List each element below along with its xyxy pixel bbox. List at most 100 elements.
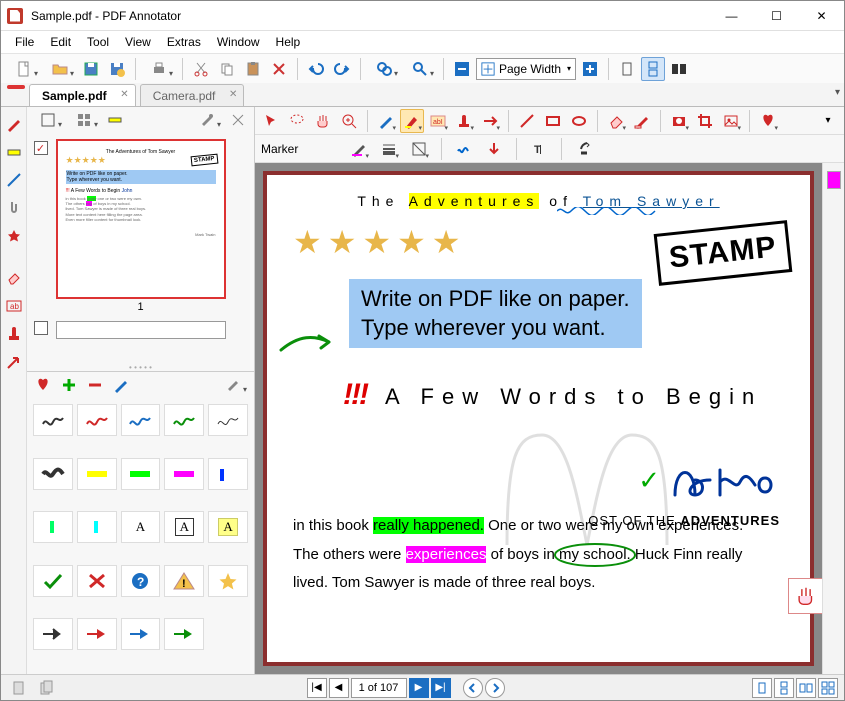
view-continuous[interactable] <box>774 678 794 698</box>
thumb-select-all[interactable] <box>31 108 65 132</box>
toolbar-overflow[interactable]: ▾ <box>816 109 840 133</box>
stamp-arrow-blue[interactable] <box>121 618 161 650</box>
stamp-settings[interactable] <box>216 373 250 397</box>
view-single-page[interactable] <box>752 678 772 698</box>
stamp-hl-blue[interactable] <box>208 458 248 490</box>
thumb-close[interactable] <box>226 108 250 132</box>
tool-image[interactable] <box>719 109 743 133</box>
menu-edit[interactable]: Edit <box>44 33 77 51</box>
prop-color[interactable] <box>347 137 371 161</box>
cut-button[interactable] <box>189 57 213 81</box>
stamp-hl-magenta[interactable] <box>164 458 204 490</box>
tool-line[interactable] <box>3 169 25 191</box>
nav-last-button[interactable]: ▶| <box>431 678 451 698</box>
zoom-in-button[interactable] <box>578 57 602 81</box>
save-as-button[interactable] <box>105 57 129 81</box>
prop-text-mode[interactable]: T <box>527 137 551 161</box>
layout-single-button[interactable] <box>615 57 639 81</box>
thumb-checkbox[interactable]: ✓ <box>34 141 48 155</box>
stamp-hl-yellow[interactable] <box>77 458 117 490</box>
stamp-star[interactable] <box>208 565 248 597</box>
view-two-page[interactable] <box>796 678 816 698</box>
tool-whiteout[interactable] <box>630 109 654 133</box>
tool-snapshot[interactable] <box>667 109 691 133</box>
tab-close-button[interactable]: ✕ <box>120 89 128 100</box>
tool-eraser-dd[interactable] <box>604 109 628 133</box>
stamp-squiggle-blue[interactable] <box>121 404 161 436</box>
stamp-squiggle-black[interactable] <box>33 404 73 436</box>
tool-stamp-dd[interactable] <box>452 109 476 133</box>
stamp-dot-green[interactable] <box>33 511 73 543</box>
stamp-arrow-red[interactable] <box>77 618 117 650</box>
thumb-settings[interactable] <box>190 108 224 132</box>
page-viewer[interactable]: The Adventures of Tom Sawyer ★ ★ ★ ★ ★ S… <box>255 163 822 674</box>
status-doc-icon[interactable] <box>7 676 31 700</box>
print-button[interactable] <box>142 57 176 81</box>
stamp-arrow-green[interactable] <box>164 618 204 650</box>
thumb-filter[interactable] <box>103 108 127 132</box>
new-button[interactable] <box>7 57 41 81</box>
stamp-edit[interactable] <box>109 373 133 397</box>
tool-favorite[interactable] <box>3 225 25 247</box>
undo-button[interactable] <box>304 57 328 81</box>
prop-width[interactable] <box>377 137 401 161</box>
stamp-text-plain[interactable]: A <box>121 511 161 543</box>
menu-file[interactable]: File <box>9 33 40 51</box>
status-docs-icon[interactable] <box>35 676 59 700</box>
tool-textbox-dd[interactable]: abI <box>426 109 450 133</box>
thumbnail-page-1[interactable]: The Adventures of Tom Sawyer ★★★★★ STAMP… <box>56 139 226 299</box>
tool-lasso[interactable] <box>285 109 309 133</box>
tab-camera[interactable]: Camera.pdf ✕ <box>140 84 245 106</box>
menu-help[interactable]: Help <box>270 33 307 51</box>
maximize-button[interactable]: ☐ <box>754 1 799 30</box>
stamp-squiggle-thin[interactable] <box>208 404 248 436</box>
tool-pointer[interactable] <box>259 109 283 133</box>
nav-prev-button[interactable]: ◀ <box>329 678 349 698</box>
close-button[interactable]: ✕ <box>799 1 844 30</box>
menu-view[interactable]: View <box>119 33 157 51</box>
tool-zoom-area[interactable] <box>337 109 361 133</box>
menu-tool[interactable]: Tool <box>81 33 115 51</box>
stamp-dot-cyan[interactable] <box>77 511 117 543</box>
nav-next-button[interactable]: ▶ <box>409 678 429 698</box>
prop-lock[interactable] <box>572 137 596 161</box>
find-button[interactable] <box>367 57 401 81</box>
nav-back-button[interactable] <box>463 678 483 698</box>
stamp-check[interactable] <box>33 565 73 597</box>
pan-mode-button[interactable] <box>788 578 822 614</box>
thumb-checkbox[interactable] <box>34 321 48 335</box>
tool-favorite-dd[interactable] <box>756 109 780 133</box>
copy-button[interactable] <box>215 57 239 81</box>
page-number-field[interactable] <box>351 678 407 698</box>
stamp-text-box[interactable]: A <box>164 511 204 543</box>
prop-style-arrow[interactable] <box>482 137 506 161</box>
prop-style-squiggle[interactable] <box>452 137 476 161</box>
menu-window[interactable]: Window <box>211 33 266 51</box>
tool-stamp[interactable] <box>3 323 25 345</box>
stamp-warning[interactable]: ! <box>164 565 204 597</box>
stamp-squiggle-green[interactable] <box>164 404 204 436</box>
zoom-out-button[interactable] <box>450 57 474 81</box>
tool-ellipse[interactable] <box>567 109 591 133</box>
tool-marker-dd[interactable] <box>400 109 424 133</box>
stamp-remove[interactable] <box>83 373 107 397</box>
redo-button[interactable] <box>330 57 354 81</box>
layout-two-page-button[interactable] <box>667 57 691 81</box>
layout-continuous-button[interactable] <box>641 57 665 81</box>
tool-pen-dd[interactable] <box>374 109 398 133</box>
tool-arrow[interactable] <box>3 351 25 373</box>
minimize-button[interactable]: — <box>709 1 754 30</box>
tool-pan[interactable] <box>311 109 335 133</box>
tool-shape-dd[interactable] <box>478 109 502 133</box>
nav-first-button[interactable]: |◀ <box>307 678 327 698</box>
tool-marker[interactable] <box>3 141 25 163</box>
tab-overflow-button[interactable]: ▾ <box>835 87 840 98</box>
stamp-hl-green[interactable] <box>121 458 161 490</box>
tab-close-button[interactable]: ✕ <box>229 89 237 100</box>
stamp-fav[interactable] <box>31 373 55 397</box>
search-button[interactable] <box>403 57 437 81</box>
stamp-x[interactable] <box>77 565 117 597</box>
delete-button[interactable] <box>267 57 291 81</box>
tab-sample[interactable]: Sample.pdf ✕ <box>29 84 136 106</box>
stamp-arrow-black[interactable] <box>33 618 73 650</box>
